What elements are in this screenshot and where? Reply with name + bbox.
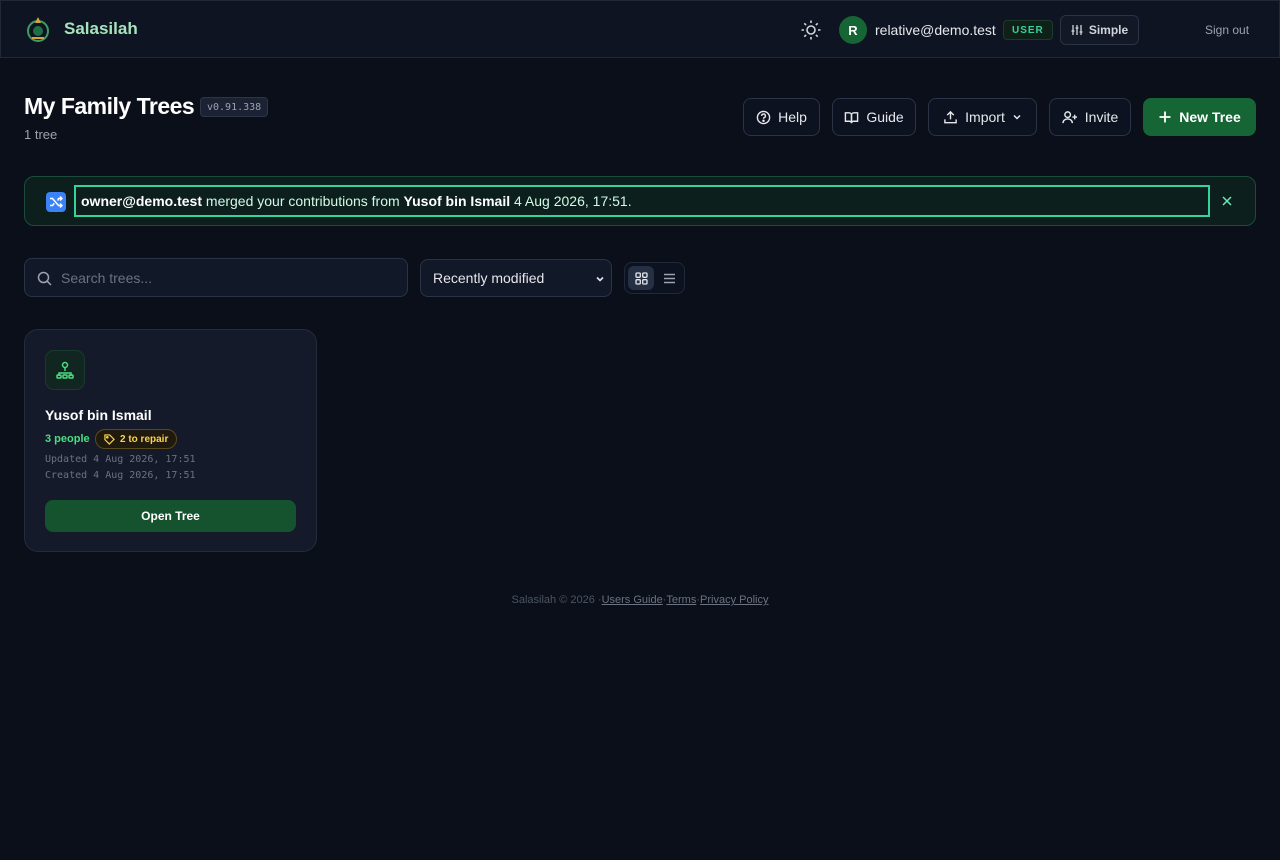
plus-icon xyxy=(1158,110,1172,124)
sliders-icon xyxy=(1071,24,1083,36)
people-count: 3 people xyxy=(45,433,90,445)
created-date: Created 4 Aug 2026, 17:51 xyxy=(45,470,196,481)
grid-icon xyxy=(634,271,648,285)
notice-time: 4 Aug 2026, 17:51. xyxy=(510,193,632,209)
tree-name[interactable]: Yusof bin Ismail xyxy=(45,407,152,423)
invite-button[interactable]: Invite xyxy=(1049,98,1131,136)
mode-toggle-button[interactable]: Simple xyxy=(1060,15,1139,45)
tag-icon xyxy=(104,433,115,445)
footer: Salasilah © 2026 ·Users Guide·Terms·Priv… xyxy=(0,594,1280,606)
guide-button[interactable]: Guide xyxy=(832,98,916,136)
view-toggle xyxy=(624,262,685,294)
user-plus-icon xyxy=(1062,110,1078,125)
import-label: Import xyxy=(965,109,1005,125)
repair-count: 2 to repair xyxy=(120,433,169,445)
close-icon[interactable] xyxy=(1220,194,1234,208)
sign-out-link[interactable]: Sign out xyxy=(1205,23,1249,37)
footer-copyright: Salasilah © 2026 xyxy=(511,594,595,606)
help-button[interactable]: Help xyxy=(743,98,820,136)
notice-tree: Yusof bin Ismail xyxy=(403,193,511,209)
version-badge: v0.91.338 xyxy=(200,97,269,117)
sort-select[interactable]: Recently modified xyxy=(420,259,612,297)
new-tree-label: New Tree xyxy=(1179,109,1241,125)
updated-date: Updated 4 Aug 2026, 17:51 xyxy=(45,454,196,465)
privacy-policy-link[interactable]: Privacy Policy xyxy=(700,594,768,606)
list-icon xyxy=(663,272,676,285)
list-view-button[interactable] xyxy=(656,266,682,290)
merge-notification: owner@demo.test merged your contribution… xyxy=(24,176,1256,226)
notice-message: merged your contributions from xyxy=(202,193,404,209)
mode-label: Simple xyxy=(1088,23,1129,37)
tree-card: Yusof bin Ismail 3 people 2 to repair Up… xyxy=(24,329,317,552)
search-input[interactable] xyxy=(61,259,401,296)
page-title: My Family Trees xyxy=(24,93,195,119)
top-header: Salasilah R relative@demo.test USER Simp… xyxy=(0,0,1280,58)
new-tree-button[interactable]: New Tree xyxy=(1143,98,1256,136)
family-tree-icon xyxy=(45,350,85,390)
notification-message: owner@demo.test merged your contribution… xyxy=(74,185,1210,217)
chevron-down-icon xyxy=(595,274,605,284)
book-icon xyxy=(844,110,859,125)
repair-badge[interactable]: 2 to repair xyxy=(95,429,178,449)
invite-label: Invite xyxy=(1084,109,1119,125)
grid-view-button[interactable] xyxy=(628,266,654,290)
chevron-down-icon xyxy=(1012,112,1022,122)
user-email: relative@demo.test xyxy=(875,22,996,38)
shuffle-icon xyxy=(46,192,66,212)
users-guide-link[interactable]: Users Guide xyxy=(602,594,663,606)
open-tree-button[interactable]: Open Tree xyxy=(45,500,296,532)
tree-crest-icon[interactable] xyxy=(23,14,53,44)
help-circle-icon xyxy=(756,110,771,125)
notice-actor: owner@demo.test xyxy=(81,193,203,209)
search-box xyxy=(24,258,408,297)
role-badge: USER xyxy=(1003,20,1053,40)
guide-label: Guide xyxy=(866,109,904,125)
import-button[interactable]: Import xyxy=(928,98,1037,136)
upload-icon xyxy=(943,110,958,125)
sort-selected-value: Recently modified xyxy=(433,270,545,286)
tree-count: 1 tree xyxy=(24,127,58,142)
terms-link[interactable]: Terms xyxy=(666,594,696,606)
help-label: Help xyxy=(778,109,807,125)
brand-name[interactable]: Salasilah xyxy=(64,19,138,39)
avatar[interactable]: R xyxy=(839,16,867,44)
sun-icon[interactable] xyxy=(800,19,822,41)
